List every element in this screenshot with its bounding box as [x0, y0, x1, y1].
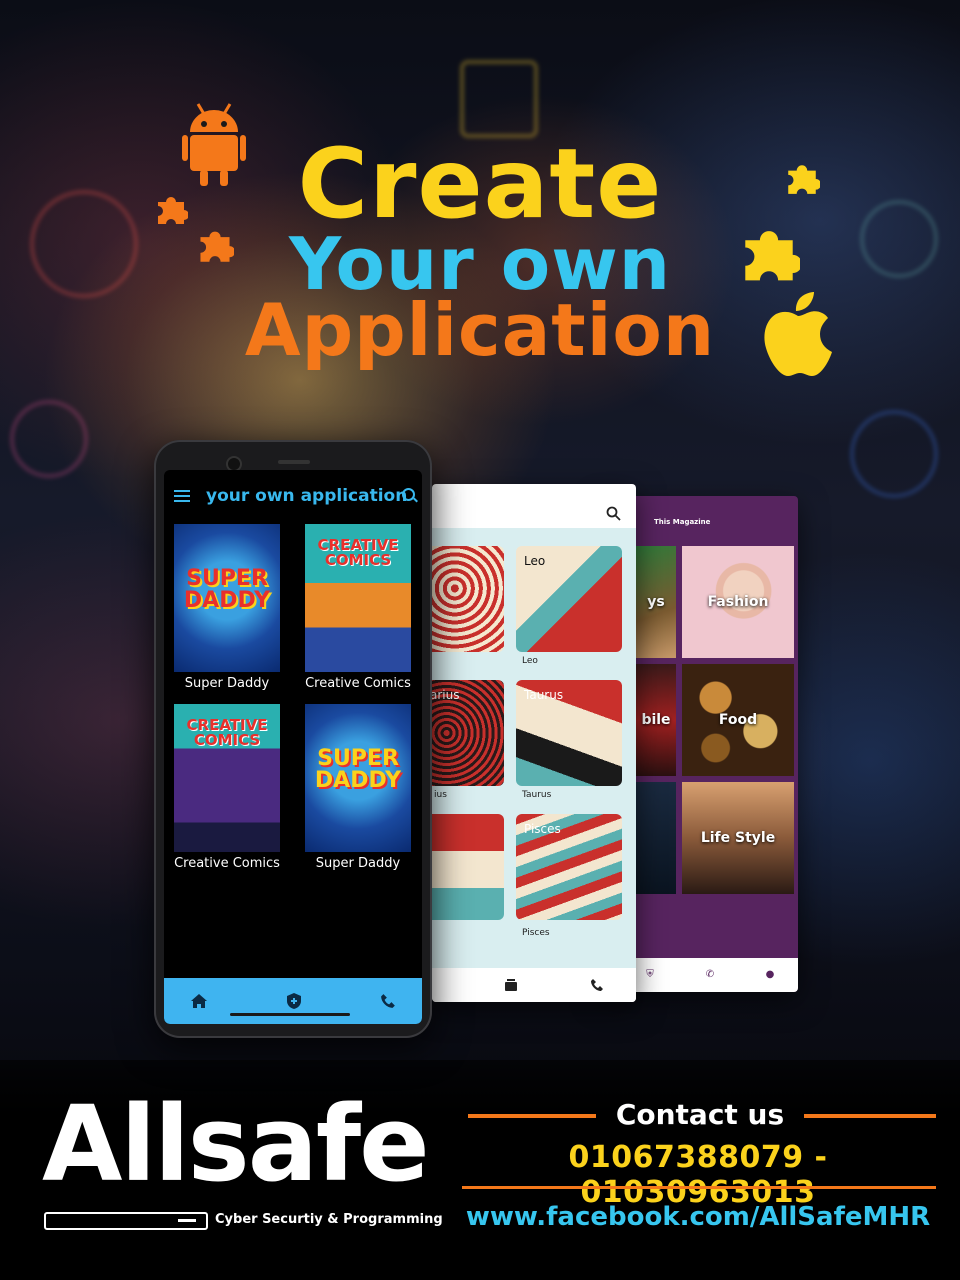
zodiac-bottom-nav: [432, 968, 636, 1002]
shield-icon[interactable]: ⛨: [644, 969, 656, 981]
zodiac-label: Pisces: [522, 928, 550, 938]
comic-label: Creative Comics: [305, 676, 411, 691]
tile-mobile[interactable]: bile: [636, 664, 676, 776]
home-icon[interactable]: [190, 993, 208, 1009]
magazine-title: This Magazine: [654, 518, 711, 526]
phone-zodiac: Leo Leo arius ius Taurus Taurus Pisces P…: [432, 484, 636, 1002]
zodiac-grid: Leo Leo arius ius Taurus Taurus Pisces P…: [432, 528, 636, 968]
comic-cover-title: CREATIVE COMICS: [186, 716, 268, 749]
zodiac-card[interactable]: [432, 546, 504, 652]
brand-underline: [44, 1212, 208, 1230]
divider: [804, 1114, 936, 1118]
comic-cover-title: SUPER DADDY: [183, 566, 271, 613]
tile-food[interactable]: Food: [682, 664, 794, 776]
comic-label: Super Daddy: [315, 856, 401, 871]
home-indicator: [230, 1013, 350, 1016]
tile-holidays[interactable]: ys: [636, 546, 676, 658]
divider: [468, 1114, 596, 1118]
android-icon: [182, 103, 246, 186]
contact-title: Contact us: [615, 1098, 785, 1131]
phone-numbers: 01067388079 - 01030963013: [568, 1140, 828, 1210]
shield-icon[interactable]: [286, 992, 302, 1010]
puzzle-piece-icon: [158, 197, 188, 224]
comic-label: Super Daddy: [184, 676, 270, 691]
search-icon[interactable]: [402, 488, 415, 501]
phone-icon[interactable]: [380, 993, 396, 1009]
facebook-link[interactable]: www.facebook.com/AllSafeMHR: [458, 1202, 938, 1232]
comic-cover[interactable]: CREATIVE COMICS: [305, 524, 411, 672]
comics-screen: your own application SUPER DADDY Super D…: [164, 470, 422, 1024]
app-title: your own application: [206, 486, 408, 506]
phone-comics: your own application SUPER DADDY Super D…: [154, 440, 432, 1038]
comic-cover-title: CREATIVE COMICS: [317, 536, 399, 569]
search-icon[interactable]: [606, 506, 622, 522]
zodiac-label: Taurus: [522, 790, 552, 800]
blurred-trophy-icon: [460, 60, 538, 138]
zodiac-label: ius: [434, 790, 447, 800]
comic-cover[interactable]: SUPER DADDY: [174, 524, 280, 672]
comic-cover[interactable]: CREATIVE COMICS: [174, 704, 280, 852]
zodiac-card[interactable]: [432, 814, 504, 920]
menu-icon[interactable]: [174, 490, 190, 505]
divider: [462, 1186, 936, 1189]
zodiac-tag: Leo: [524, 554, 546, 568]
user-icon[interactable]: ●: [764, 969, 776, 981]
brand-logo: Allsafe: [42, 1083, 430, 1205]
tile-fashion[interactable]: Fashion: [682, 546, 794, 658]
blurred-globe-icon: [850, 410, 938, 498]
puzzle-piece-icon: [200, 231, 234, 262]
zodiac-tag: Pisces: [524, 822, 561, 836]
tile-label: Fashion: [707, 594, 769, 610]
tile-label: Food: [718, 712, 758, 728]
tile-person[interactable]: [636, 782, 676, 894]
zodiac-label: Leo: [522, 656, 538, 666]
zodiac-card-leo[interactable]: Leo: [516, 546, 622, 652]
brand-tagline: Cyber Securtiy & Programming: [215, 1212, 443, 1227]
zodiac-card[interactable]: arius: [432, 680, 504, 786]
blurred-brain-icon: [10, 400, 88, 478]
comic-label: Creative Comics: [174, 856, 280, 871]
layers-icon[interactable]: [504, 978, 518, 992]
comic-cover[interactable]: SUPER DADDY: [305, 704, 411, 852]
tile-label: bile: [641, 712, 671, 728]
tile-label: ys: [647, 594, 665, 610]
tile-label: Life Style: [700, 830, 776, 846]
apple-icon: [764, 292, 832, 376]
zodiac-tag: Taurus: [524, 688, 564, 702]
zodiac-tag: arius: [432, 688, 460, 702]
zodiac-card-taurus[interactable]: Taurus: [516, 680, 622, 786]
comic-cover-title: SUPER DADDY: [314, 746, 402, 793]
speaker-grille: [278, 460, 310, 464]
puzzle-piece-icon: [745, 231, 800, 281]
phone-icon[interactable]: [590, 978, 604, 992]
tile-life-style[interactable]: Life Style: [682, 782, 794, 894]
zodiac-card-pisces[interactable]: Pisces: [516, 814, 622, 920]
puzzle-piece-icon: [788, 165, 820, 194]
comics-bottom-nav: [164, 978, 422, 1024]
phone-icon[interactable]: ✆: [704, 969, 716, 981]
